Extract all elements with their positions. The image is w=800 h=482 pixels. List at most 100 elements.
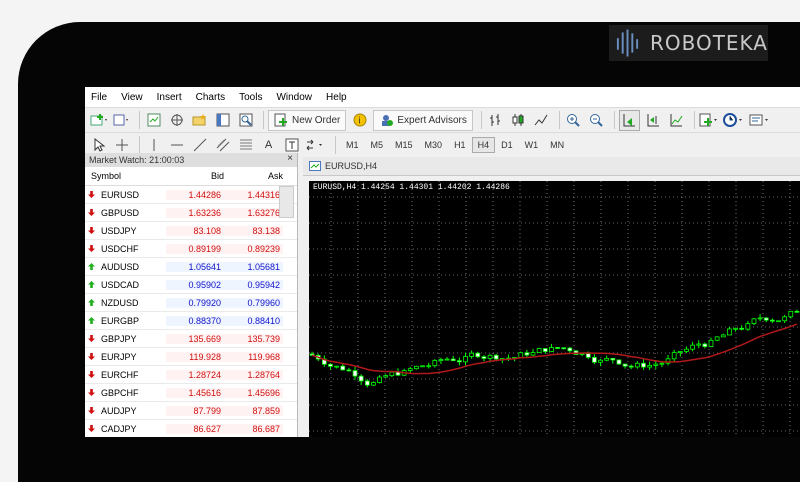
ask-cell: 86.687 bbox=[224, 423, 283, 434]
symbol-column-header[interactable]: Symbol bbox=[85, 171, 169, 181]
ask-column-header[interactable]: Ask bbox=[227, 171, 286, 181]
toolbar-separator bbox=[263, 111, 264, 129]
new-order-button[interactable]: New Order bbox=[268, 109, 347, 131]
table-row[interactable]: CADJPY 86.627 86.687 bbox=[85, 420, 297, 437]
metaeditor-button[interactable]: i bbox=[350, 111, 369, 130]
trendline-button[interactable] bbox=[190, 136, 209, 155]
indicators-button[interactable] bbox=[667, 111, 686, 130]
candle-body bbox=[720, 334, 726, 338]
menu-file[interactable]: File bbox=[85, 92, 115, 103]
cursor-tool-button[interactable] bbox=[89, 136, 108, 155]
svg-text:i: i bbox=[358, 117, 361, 127]
bid-column-header[interactable]: Bid bbox=[169, 171, 227, 181]
fibonacci-button[interactable] bbox=[236, 136, 255, 155]
table-row[interactable]: GBPJPY 135.669 135.739 bbox=[85, 330, 297, 348]
menu-insert[interactable]: Insert bbox=[151, 92, 190, 103]
symbol-text: EURGBP bbox=[101, 315, 140, 326]
templates-button[interactable] bbox=[749, 111, 771, 130]
bar-chart-button[interactable] bbox=[486, 111, 505, 130]
timeframe-d1[interactable]: D1 bbox=[495, 140, 519, 150]
menu-charts[interactable]: Charts bbox=[190, 92, 233, 103]
candle-body bbox=[647, 365, 652, 368]
menu-tools[interactable]: Tools bbox=[233, 92, 270, 103]
arrows-button[interactable] bbox=[305, 136, 327, 155]
expert-advisors-button[interactable]: Expert Advisors bbox=[373, 109, 473, 131]
horizontal-line-button[interactable] bbox=[167, 136, 186, 155]
bid-cell: 83.108 bbox=[166, 225, 224, 236]
candle-body bbox=[616, 359, 622, 365]
timeframe-m1[interactable]: M1 bbox=[340, 140, 365, 150]
symbol-text: USDCAD bbox=[101, 279, 140, 290]
vertical-line-button[interactable] bbox=[144, 136, 163, 155]
toolbar-separator bbox=[693, 111, 695, 129]
table-row[interactable]: EURUSD 1.44286 1.44316 bbox=[85, 186, 297, 204]
equidistant-channel-button[interactable] bbox=[213, 136, 232, 155]
horizontal-line-icon bbox=[170, 144, 183, 146]
timeframe-h1[interactable]: H1 bbox=[448, 140, 472, 150]
timeframe-m5[interactable]: M5 bbox=[365, 140, 390, 150]
zoom-in-button[interactable] bbox=[564, 111, 583, 130]
table-row[interactable]: USDJPY 83.108 83.138 bbox=[85, 222, 297, 240]
auto-scroll-button[interactable] bbox=[618, 109, 640, 131]
market-watch-scrollbar[interactable] bbox=[279, 186, 294, 218]
arrow-down-icon bbox=[88, 227, 95, 234]
ask-cell: 87.859 bbox=[224, 405, 283, 416]
table-row[interactable]: EURGBP 0.88370 0.88410 bbox=[85, 312, 297, 330]
navigator-button[interactable] bbox=[167, 111, 186, 130]
symbol-cell: NZDUSD bbox=[85, 298, 166, 308]
strategy-tester-button[interactable] bbox=[236, 111, 255, 130]
table-row[interactable]: USDCHF 0.89199 0.89239 bbox=[85, 240, 297, 258]
bid-cell: 0.95902 bbox=[166, 279, 224, 290]
text-tool-button[interactable]: A bbox=[259, 136, 278, 155]
table-row[interactable]: AUDUSD 1.05641 1.05681 bbox=[85, 258, 297, 276]
menu-bar: File View Insert Charts Tools Window Hel… bbox=[85, 87, 800, 107]
timeframe-w1[interactable]: W1 bbox=[519, 140, 545, 150]
candlestick-chart[interactable] bbox=[309, 181, 800, 437]
ask-cell: 0.95942 bbox=[224, 279, 283, 290]
menu-help[interactable]: Help bbox=[320, 92, 355, 103]
candle-body bbox=[407, 368, 413, 371]
market-watch-header: Symbol Bid Ask bbox=[85, 167, 297, 186]
candle-body bbox=[457, 360, 462, 363]
table-row[interactable]: EURJPY 119.928 119.968 bbox=[85, 348, 297, 366]
crosshair-tool-button[interactable] bbox=[112, 136, 131, 155]
table-row[interactable]: AUDJPY 87.799 87.859 bbox=[85, 402, 297, 420]
navigator-icon bbox=[170, 114, 183, 126]
bar-chart-icon bbox=[490, 114, 501, 126]
cursor-icon bbox=[94, 138, 105, 152]
zoom-out-button[interactable] bbox=[587, 111, 606, 130]
text-label-button[interactable] bbox=[282, 136, 301, 155]
menu-view[interactable]: View bbox=[115, 92, 151, 103]
timeframe-m15[interactable]: M15 bbox=[389, 140, 419, 150]
line-chart-button[interactable] bbox=[532, 111, 551, 130]
new-chart-button[interactable] bbox=[89, 111, 108, 130]
close-icon[interactable]: × bbox=[287, 153, 293, 164]
candle-body bbox=[776, 320, 781, 323]
menu-window[interactable]: Window bbox=[270, 92, 320, 103]
terminal-window-icon bbox=[216, 113, 229, 127]
table-row[interactable]: GBPCHF 1.45616 1.45696 bbox=[85, 384, 297, 402]
timeframe-m30[interactable]: M30 bbox=[419, 140, 449, 150]
profiles-button[interactable] bbox=[112, 111, 131, 130]
periodicity-button[interactable] bbox=[722, 111, 745, 130]
mt4-window: File View Insert Charts Tools Window Hel… bbox=[85, 87, 800, 437]
table-row[interactable]: USDCAD 0.95902 0.95942 bbox=[85, 276, 297, 294]
market-watch-toggle-button[interactable] bbox=[144, 111, 163, 130]
chart-tab[interactable]: EURUSD,H4 bbox=[303, 157, 800, 176]
price-chart[interactable]: EURUSD,H4 1.44254 1.44301 1.44202 1.4428… bbox=[309, 181, 800, 437]
chart-shift-button[interactable] bbox=[644, 111, 663, 130]
toolbar-separator bbox=[139, 111, 140, 129]
candlestick-chart-button[interactable] bbox=[509, 111, 528, 130]
table-row[interactable]: EURCHF 1.28724 1.28764 bbox=[85, 366, 297, 384]
candle-body bbox=[677, 351, 683, 353]
text-label-icon bbox=[285, 138, 298, 152]
terminal-button[interactable] bbox=[213, 111, 232, 130]
timeframe-h4[interactable]: H4 bbox=[471, 137, 496, 153]
table-row[interactable]: NZDUSD 0.79920 0.79960 bbox=[85, 294, 297, 312]
candle-body bbox=[346, 369, 352, 372]
table-row[interactable]: GBPUSD 1.63236 1.63276 bbox=[85, 204, 297, 222]
candle-body bbox=[757, 317, 763, 320]
add-indicator-button[interactable] bbox=[699, 111, 719, 130]
timeframe-mn[interactable]: MN bbox=[544, 140, 570, 150]
favorites-button[interactable] bbox=[190, 111, 209, 130]
